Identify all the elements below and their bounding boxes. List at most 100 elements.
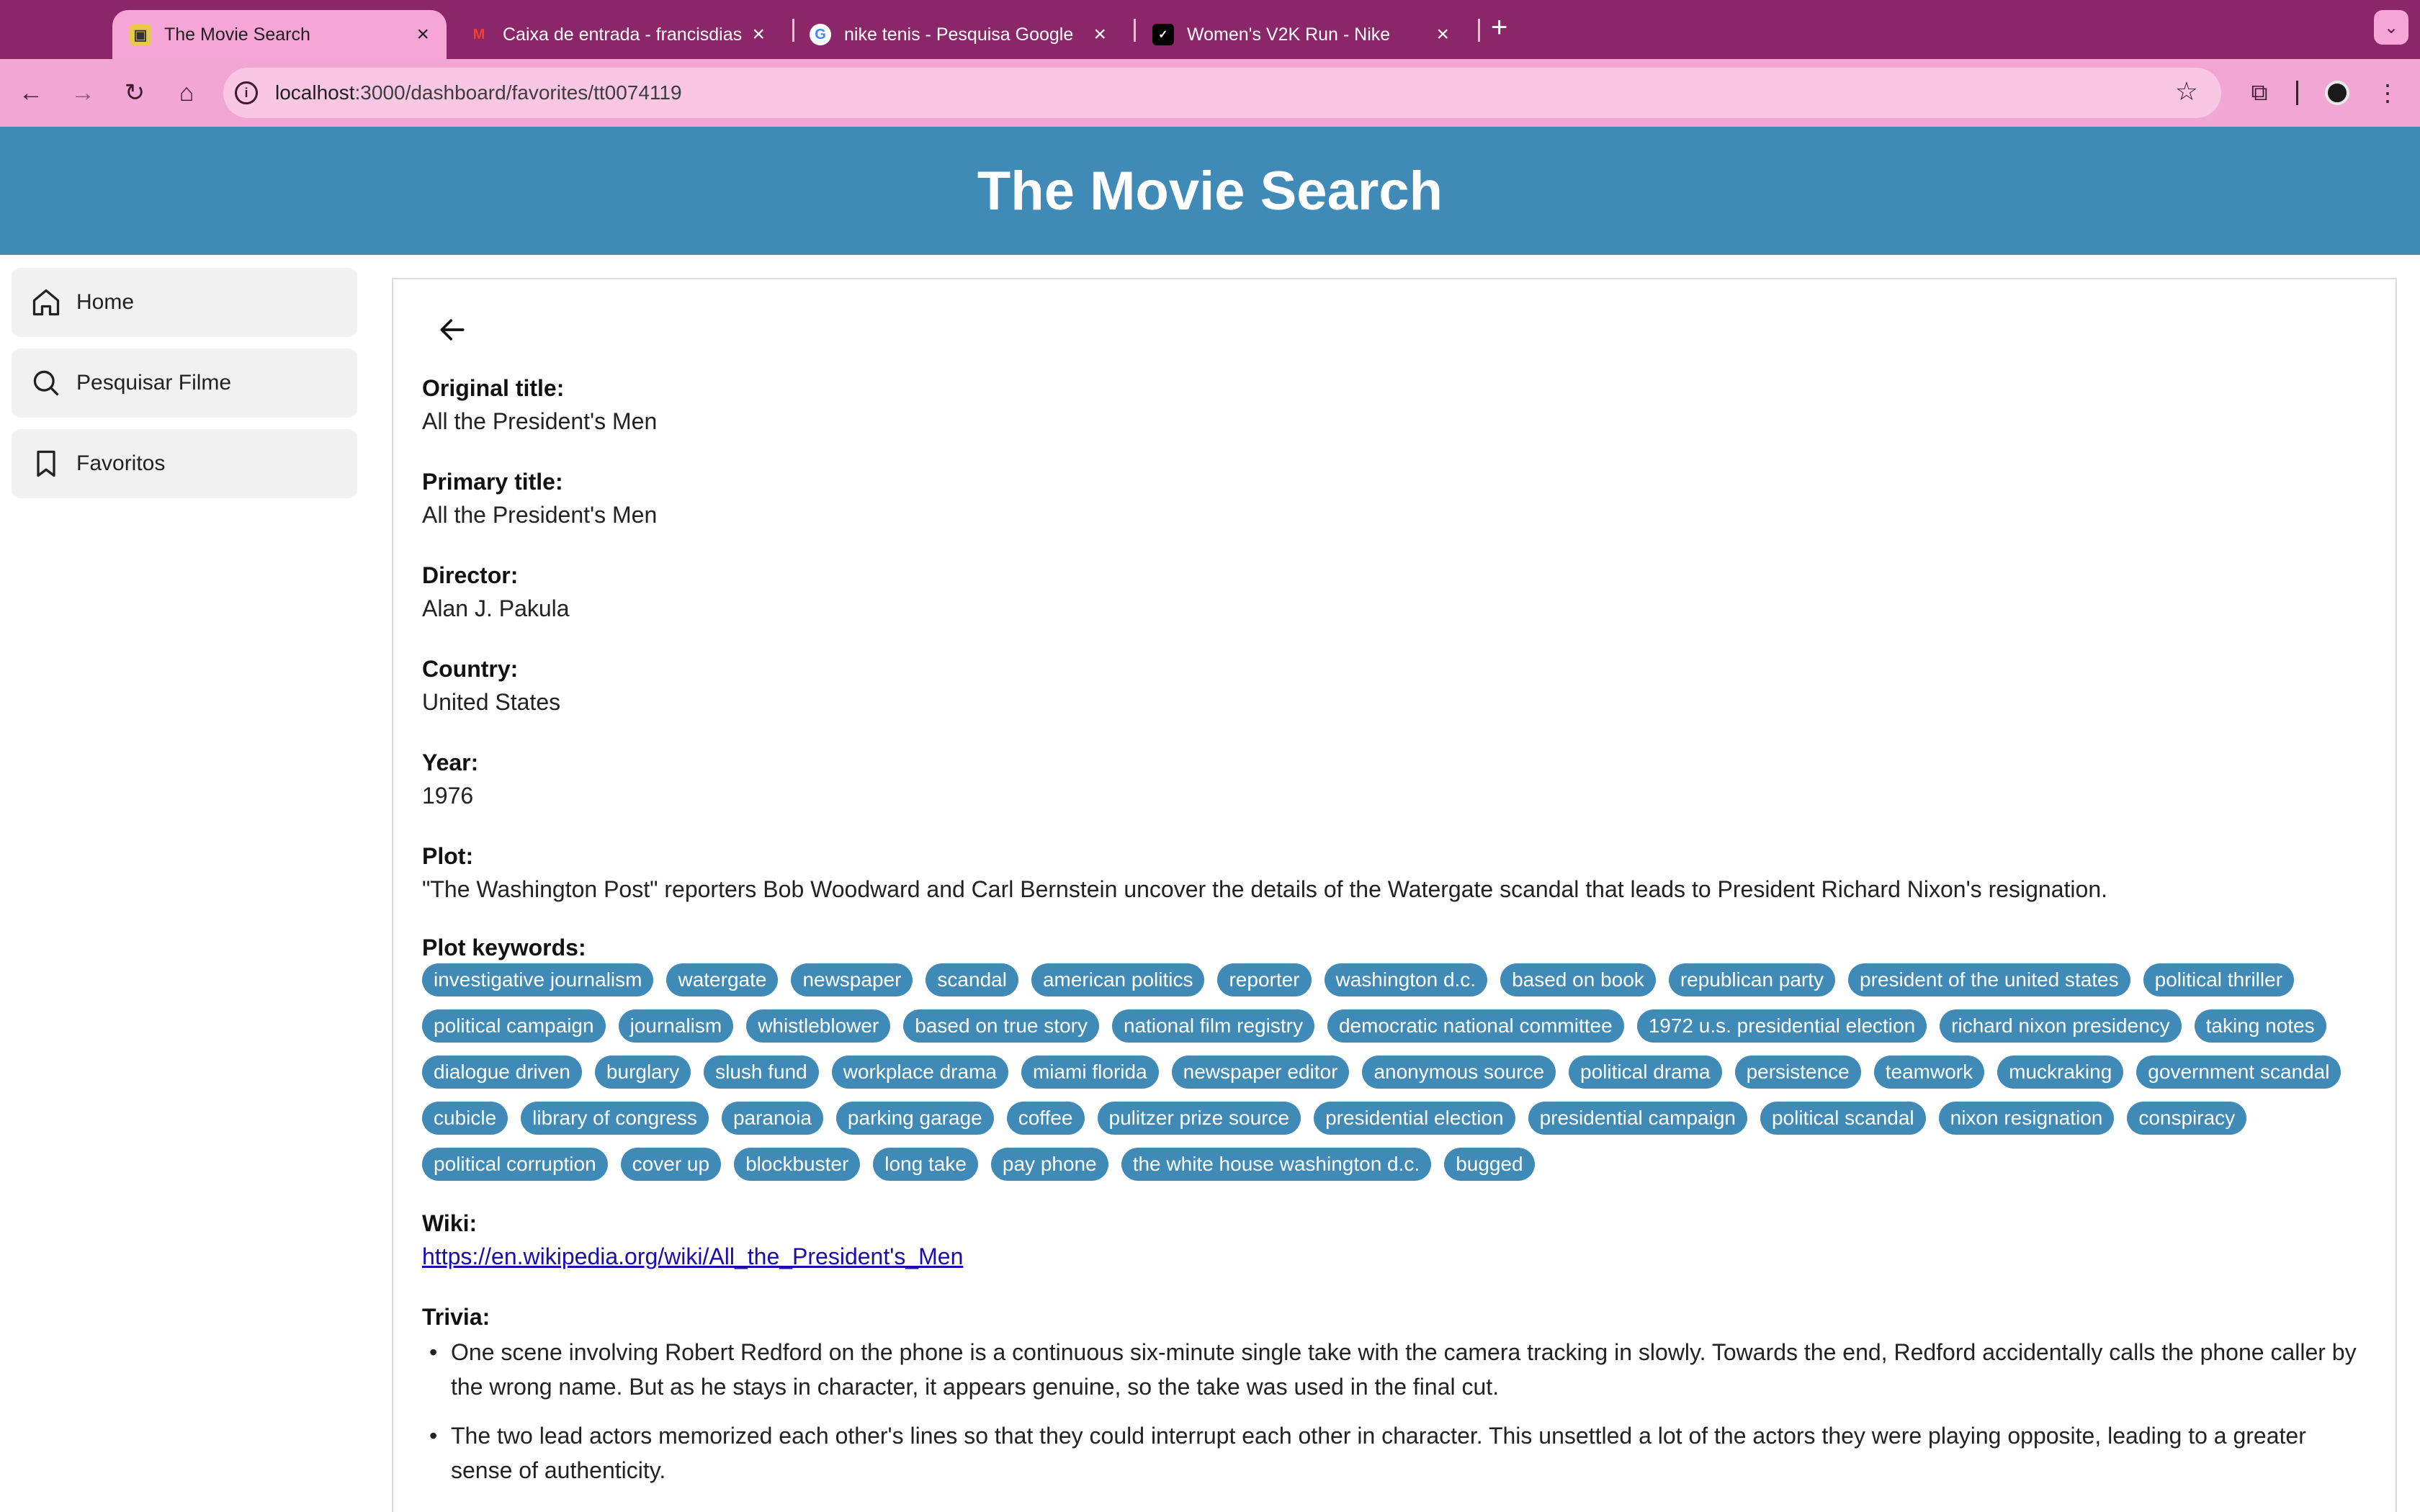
address-bar[interactable]: i localhost:3000/dashboard/favorites/tt0… [223, 68, 2221, 118]
wiki-field: Wiki: https://en.wikipedia.org/wiki/All_… [422, 1207, 2367, 1273]
keyword-chip: coffee [1006, 1102, 1085, 1135]
original-title-field: Original title: All the President's Men [422, 372, 2367, 438]
close-tab-icon[interactable]: × [1436, 22, 1449, 47]
nike-favicon-icon: ✓ [1152, 24, 1174, 45]
keyword-chip: democratic national committee [1327, 1009, 1624, 1043]
sidebar-item-home[interactable]: Home [12, 268, 357, 337]
keyword-chip: persistence [1734, 1056, 1861, 1089]
keyword-chip: national film registry [1111, 1009, 1314, 1043]
keyword-chip: blockbuster [734, 1148, 861, 1181]
country-label: Country: [422, 656, 519, 682]
keyword-chip: based on true story [903, 1009, 1099, 1043]
keyword-chip: government scandal [2136, 1056, 2341, 1089]
keyword-chip: library of congress [521, 1102, 709, 1135]
original-title-label: Original title: [422, 375, 565, 401]
trivia-label: Trivia: [422, 1304, 490, 1330]
profile-avatar-icon[interactable] [2319, 75, 2355, 111]
primary-title-label: Primary title: [422, 469, 563, 495]
year-field: Year: 1976 [422, 746, 2367, 812]
movie-favicon-icon: ▣ [130, 24, 151, 45]
browser-menu-icon[interactable]: ⋮ [2370, 75, 2406, 111]
keyword-chip: long take [873, 1148, 978, 1181]
bookmark-star-icon[interactable]: ☆ [2175, 76, 2198, 107]
url-host: localhost [275, 81, 355, 104]
google-favicon-icon: G [810, 24, 831, 45]
keyword-chip: burglary [594, 1056, 691, 1089]
reload-icon[interactable]: ↻ [117, 75, 153, 111]
trivia-item: One scene involving Robert Redford on th… [422, 1335, 2367, 1404]
trivia-field: Trivia: One scene involving Robert Redfo… [422, 1300, 2367, 1488]
sidebar-item-label: Favoritos [76, 451, 166, 475]
year-label: Year: [422, 750, 479, 775]
close-tab-icon[interactable]: × [416, 22, 429, 47]
keyword-chip: 1972 u.s. presidential election [1636, 1009, 1927, 1043]
keyword-chip: teamwork [1873, 1056, 1985, 1089]
toolbar-divider [2296, 81, 2298, 105]
keyword-chip: taking notes [2194, 1009, 2326, 1043]
new-tab-icon[interactable]: + [1491, 12, 1507, 44]
keyword-chip: pay phone [990, 1148, 1108, 1181]
keyword-chip: political thriller [2143, 963, 2295, 996]
year-value: 1976 [422, 783, 474, 809]
keyword-chip: muckraking [1997, 1056, 2124, 1089]
tab-title: The Movie Search [164, 24, 310, 45]
bookmark-icon [37, 450, 55, 477]
keyword-chip: cubicle [422, 1102, 508, 1135]
back-button[interactable] [436, 308, 480, 351]
keyword-chip: political corruption [422, 1148, 608, 1181]
tab-nike[interactable]: ✓ Women's V2K Run - Nike × [1135, 10, 1466, 59]
tab-search-menu-icon[interactable]: ⌄ [2374, 10, 2408, 45]
keyword-list: investigative journalism watergate newspap… [422, 963, 2381, 1181]
search-icon [33, 370, 59, 396]
director-field: Director: Alan J. Pakula [422, 559, 2367, 625]
keyword-chip: based on book [1500, 963, 1656, 996]
address-url[interactable]: localhost:3000/dashboard/favorites/tt007… [275, 81, 682, 104]
wiki-link[interactable]: https://en.wikipedia.org/wiki/All_the_Pr… [422, 1243, 963, 1269]
keyword-chip: scandal [926, 963, 1018, 996]
tab-gmail[interactable]: M Caixa de entrada - francisdias × [451, 10, 782, 59]
keyword-chip: republican party [1668, 963, 1836, 996]
app-header: The Movie Search [0, 127, 2420, 255]
tab-movie-search[interactable]: ▣ The Movie Search × [112, 10, 447, 59]
keyword-chip: political campaign [422, 1009, 606, 1043]
sidebar-item-favorites[interactable]: Favoritos [12, 429, 357, 498]
keyword-chip: journalism [618, 1009, 734, 1043]
app-title: The Movie Search [977, 160, 1443, 222]
keywords-label: Plot keywords: [422, 935, 586, 960]
tab-google[interactable]: G nike tenis - Pesquisa Google × [792, 10, 1124, 59]
country-value: United States [422, 689, 561, 715]
forward-nav-icon[interactable]: → [65, 75, 101, 111]
tab-title: nike tenis - Pesquisa Google [844, 24, 1074, 45]
keyword-chip: dialogue driven [422, 1056, 582, 1089]
browser-tab-bar: ▣ The Movie Search × M Caixa de entrada … [0, 0, 2420, 59]
back-nav-icon[interactable]: ← [13, 75, 49, 111]
keyword-chip: presidential election [1314, 1102, 1515, 1135]
keyword-chip: miami florida [1021, 1056, 1159, 1089]
url-path: :3000/dashboard/favorites/tt0074119 [354, 81, 682, 104]
keyword-chip: political scandal [1760, 1102, 1926, 1135]
site-info-icon[interactable]: i [235, 81, 258, 104]
keyword-chip: paranoia [721, 1102, 823, 1135]
keyword-chip: investigative journalism [422, 963, 654, 996]
tab-title: Women's V2K Run - Nike [1187, 24, 1391, 45]
plot-field: Plot: "The Washington Post" reporters Bo… [422, 840, 2367, 906]
director-label: Director: [422, 562, 519, 588]
home-icon [32, 289, 60, 316]
sidebar-item-search[interactable]: Pesquisar Filme [12, 348, 357, 418]
keyword-chip: slush fund [704, 1056, 819, 1089]
keyword-chip: the white house washington d.c. [1121, 1148, 1432, 1181]
keyword-chip: watergate [666, 963, 779, 996]
close-tab-icon[interactable]: × [752, 22, 765, 47]
trivia-item: The two lead actors memorized each other… [422, 1418, 2367, 1488]
keyword-chip: presidential campaign [1528, 1102, 1747, 1135]
keyword-chip: whistleblower [746, 1009, 891, 1043]
keyword-chip: newspaper [791, 963, 913, 996]
extensions-icon[interactable]: ⧉ [2241, 75, 2277, 111]
gmail-favicon-icon: M [472, 26, 485, 42]
close-tab-icon[interactable]: × [1093, 22, 1106, 47]
sidebar: Home Pesquisar Filme Favoritos [12, 268, 357, 510]
plot-label: Plot: [422, 843, 474, 869]
home-browser-icon[interactable]: ⌂ [169, 75, 205, 111]
original-title-value: All the President's Men [422, 408, 658, 434]
keyword-chip: richard nixon presidency [1940, 1009, 2182, 1043]
